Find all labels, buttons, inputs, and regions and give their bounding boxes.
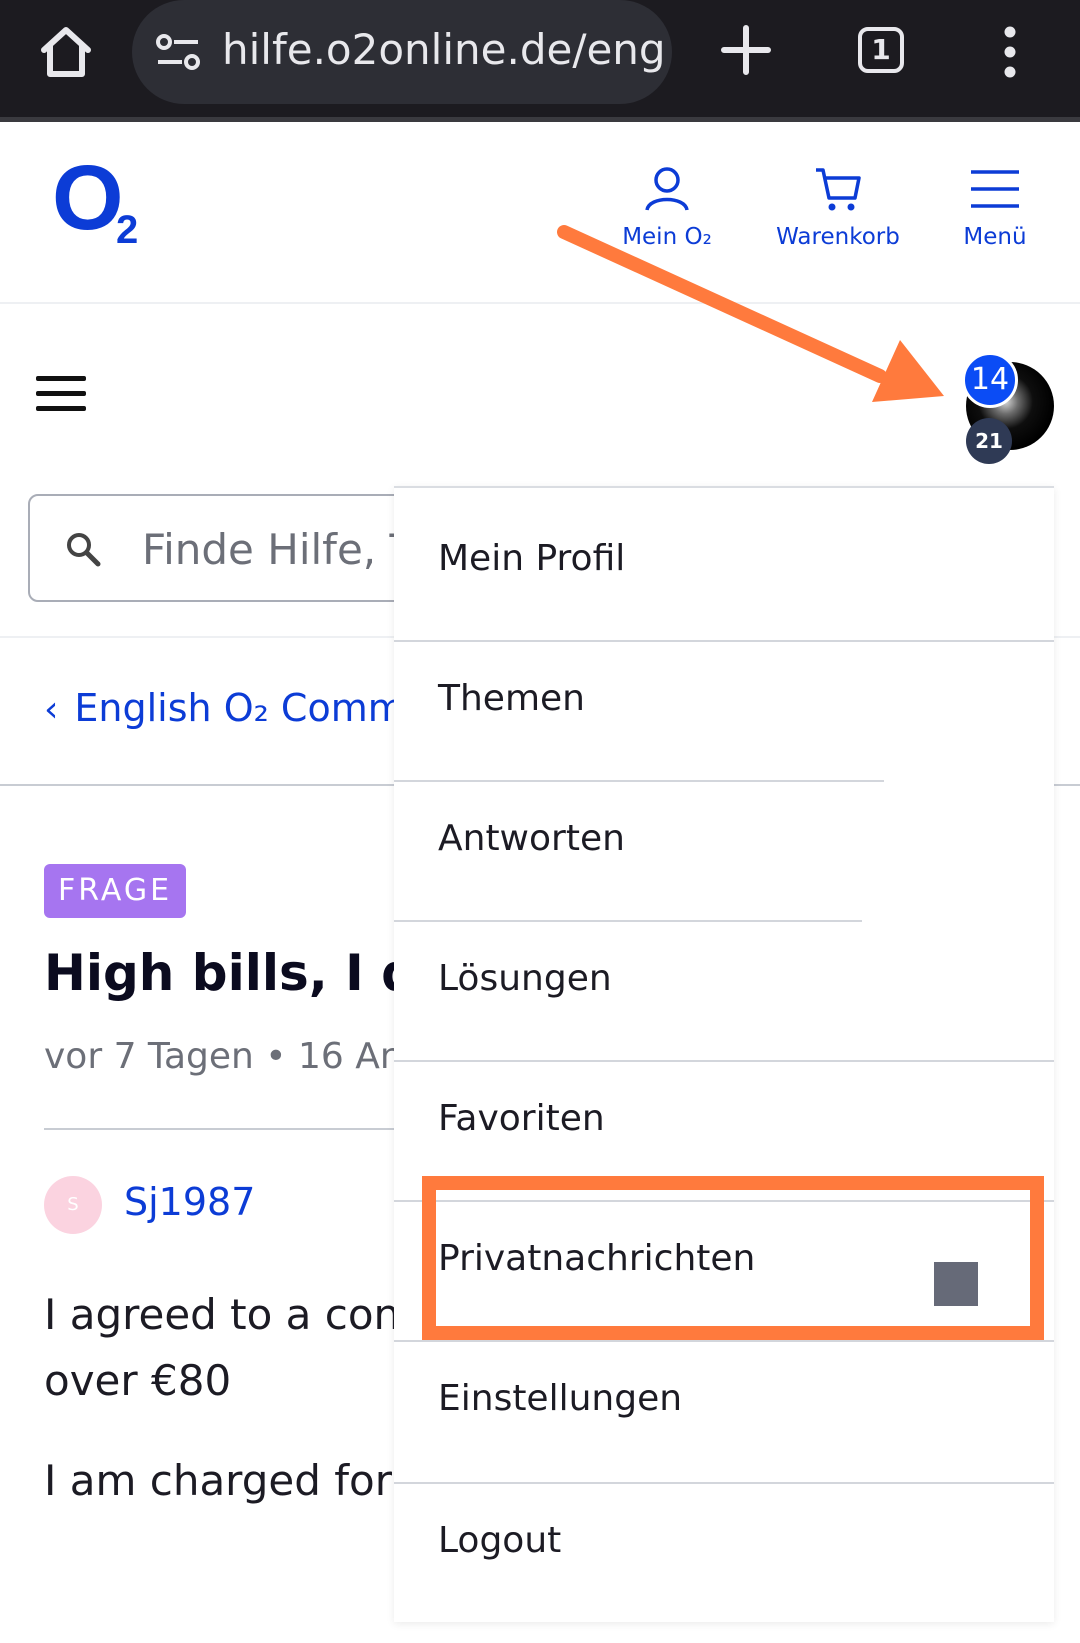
annotation-arrow: [557, 225, 944, 402]
